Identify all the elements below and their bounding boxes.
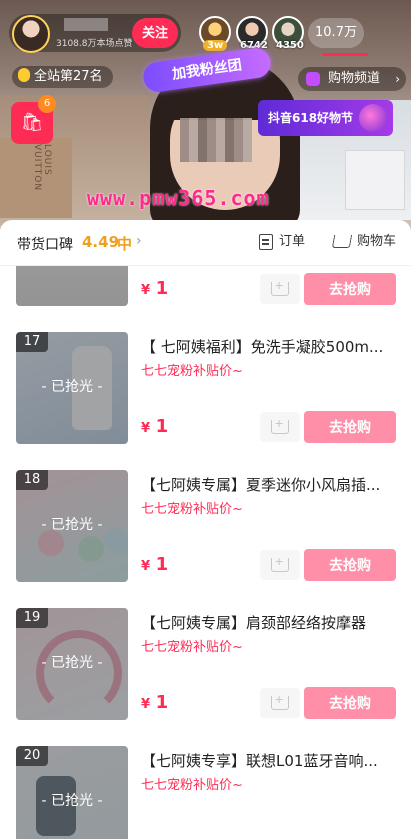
product-thumbnail[interactable]: - 已抢光 - bbox=[16, 266, 128, 306]
add-to-cart-button[interactable]: + bbox=[260, 550, 300, 580]
buy-now-button[interactable]: 去抢购 bbox=[304, 687, 396, 719]
add-to-cart-button[interactable]: + bbox=[260, 412, 300, 442]
plus-icon: + bbox=[275, 415, 284, 431]
list-item[interactable]: 20 - 已抢光 - 【七阿姨专享】联想L01蓝牙音响... 七七宠粉补贴价~ bbox=[0, 734, 411, 839]
subsidy-label: 七七宠粉补贴价~ bbox=[141, 778, 243, 793]
list-item[interactable]: 19 - 已抢光 - 【七阿姨专属】肩颈部经络按摩器七七宠粉补贴价~ ¥ 1 + 去抢购 bbox=[0, 596, 411, 734]
product-title[interactable]: 【七阿姨专属】肩颈部经络按摩器 bbox=[141, 612, 403, 633]
chevron-right-icon[interactable]: › bbox=[136, 233, 142, 249]
host-like-count: 3108.8万本场点赞 bbox=[56, 39, 133, 49]
cart-icon bbox=[331, 235, 353, 248]
subsidy-label: 七七宠粉补贴价~ bbox=[141, 364, 243, 379]
panel-header: 带货口碑 4.49 中 › 订单 购物车 bbox=[0, 220, 411, 266]
host-avatar[interactable] bbox=[12, 15, 50, 53]
shopping-channel-button[interactable]: 购物频道 › bbox=[298, 67, 406, 91]
online-count-button[interactable]: 10.7万 bbox=[308, 18, 364, 48]
planet-icon bbox=[359, 104, 387, 132]
product-index: 20 bbox=[16, 746, 48, 766]
product-title[interactable]: 【 七阿姨福利】免洗手凝胶500m... bbox=[141, 336, 403, 357]
background-right-box bbox=[345, 150, 405, 210]
list-item[interactable]: 18 - 已抢光 - 【七阿姨专属】夏季迷你小风扇插... 七七宠粉补贴价~ ¥ 1 + 去… bbox=[0, 458, 411, 596]
product-title[interactable]: 【七阿姨专享】联想L01蓝牙音响... bbox=[141, 750, 403, 771]
sold-out-overlay bbox=[16, 266, 128, 306]
background-lv-box: LOUIS VUITTON bbox=[0, 138, 72, 218]
product-thumbnail[interactable]: 18 - 已抢光 - bbox=[16, 470, 128, 582]
product-price: ¥ 1 bbox=[141, 692, 169, 713]
sold-out-label: - 已抢光 - bbox=[41, 379, 103, 395]
live-stream-view: LOUIS VUITTON 3108.8万本场点赞 关注 3w 6742 435… bbox=[0, 0, 411, 230]
shopping-channel-label: 购物频道 bbox=[328, 71, 381, 86]
chevron-right-icon: › bbox=[395, 72, 400, 86]
bag-icon bbox=[306, 72, 320, 86]
list-item[interactable]: 17 - 已抢光 - 【 七阿姨福利】免洗手凝胶500m... 七七宠粉补贴价~ ¥ 1… bbox=[0, 320, 411, 458]
orders-label: 订单 bbox=[279, 234, 306, 249]
orders-button[interactable]: 订单 bbox=[257, 232, 305, 252]
subsidy-label: 七七宠粉补贴价~ bbox=[141, 640, 243, 655]
sold-out-label: - 已抢光 - bbox=[41, 793, 103, 809]
add-to-cart-button[interactable]: + bbox=[260, 274, 300, 304]
add-to-cart-button[interactable]: + bbox=[260, 688, 300, 718]
follow-button[interactable]: 关注 bbox=[132, 18, 178, 48]
plus-icon: + bbox=[275, 553, 284, 569]
product-thumbnail[interactable]: 19 - 已抢光 - bbox=[16, 608, 128, 720]
cart-label: 购物车 bbox=[357, 234, 397, 249]
sold-out-label: - 已抢光 - bbox=[41, 655, 103, 671]
plus-icon: + bbox=[275, 277, 284, 293]
product-index: 17 bbox=[16, 332, 48, 352]
product-price: ¥ 1 bbox=[141, 416, 169, 437]
product-thumbnail[interactable]: 20 - 已抢光 - bbox=[16, 746, 128, 839]
shopping-bag-icon: 🛍 bbox=[20, 112, 44, 133]
rank-badge[interactable]: 全站第27名 bbox=[12, 66, 113, 88]
product-thumbnail[interactable]: 17 - 已抢光 - bbox=[16, 332, 128, 444]
product-list[interactable]: - 已抢光 - ¥ 1 + 去抢购 17 - 已抢光 - 【 七阿姨福利】免洗手凝胶500m… bbox=[0, 266, 411, 839]
product-index: 18 bbox=[16, 470, 48, 490]
order-list-icon bbox=[259, 234, 273, 250]
online-count-underline bbox=[322, 53, 368, 56]
festival-label: 抖音618好物节 bbox=[268, 111, 354, 125]
top-viewer-badge-3: 4350 bbox=[276, 40, 304, 51]
rating-label: 带货口碑 bbox=[17, 237, 73, 253]
host-name-blurred bbox=[64, 18, 108, 31]
product-title[interactable]: 【七阿姨专属】夏季迷你小风扇插... bbox=[141, 474, 403, 495]
buy-now-button[interactable]: 去抢购 bbox=[304, 549, 396, 581]
rating-value[interactable]: 4.49 bbox=[82, 233, 119, 251]
sold-out-label: - 已抢光 - bbox=[41, 517, 103, 533]
product-panel: 带货口碑 4.49 中 › 订单 购物车 - 已抢光 -¥ 1+去抢购17- 已… bbox=[0, 220, 411, 839]
rating-level[interactable]: 中 bbox=[117, 233, 132, 254]
festival-banner[interactable]: 抖音618好物节 bbox=[258, 100, 393, 136]
shop-bag-count-badge: 6 bbox=[38, 95, 56, 113]
product-index: 19 bbox=[16, 608, 48, 628]
top-viewer-badge-1: 3w bbox=[203, 40, 228, 51]
site-watermark: www.pmw365.com bbox=[87, 186, 270, 210]
product-price: ¥ 1 bbox=[141, 554, 169, 575]
drop-icon bbox=[18, 68, 30, 82]
plus-icon: + bbox=[275, 691, 284, 707]
cart-button[interactable]: 购物车 bbox=[331, 232, 396, 252]
buy-now-button[interactable]: 去抢购 bbox=[304, 411, 396, 443]
product-price: ¥ 1 bbox=[141, 278, 169, 299]
rank-label: 全站第27名 bbox=[34, 69, 103, 84]
buy-now-button[interactable]: 去抢购 bbox=[304, 273, 396, 305]
subsidy-label: 七七宠粉补贴价~ bbox=[141, 502, 243, 517]
face-mosaic bbox=[180, 118, 252, 162]
list-item[interactable]: - 已抢光 - ¥ 1 + 去抢购 bbox=[0, 266, 411, 320]
